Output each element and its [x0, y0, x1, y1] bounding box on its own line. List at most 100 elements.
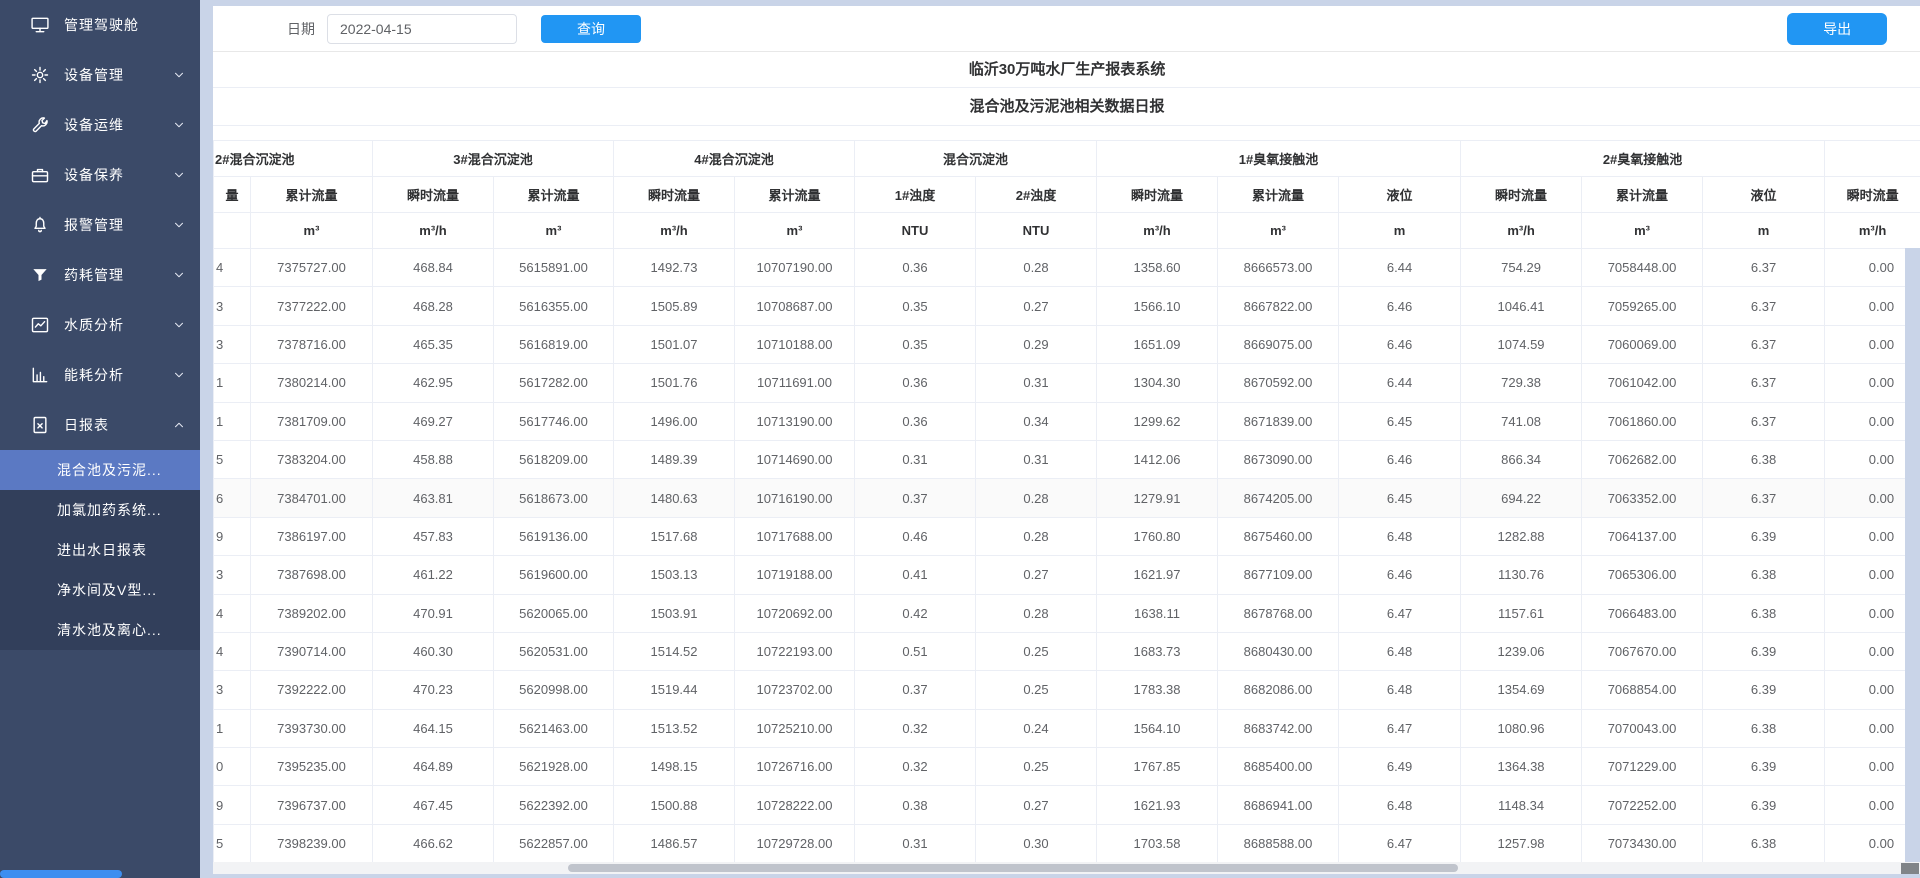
table-cell: 6.39: [1703, 671, 1825, 709]
table-cell: 0.25: [976, 632, 1097, 670]
table-cell: 460.30: [373, 632, 494, 670]
table-row[interactable]: 97396737.00467.455622392.001500.88107282…: [214, 786, 1920, 824]
table-row[interactable]: 57383204.00458.885618209.001489.39107146…: [214, 440, 1920, 478]
table-cell: 6.38: [1703, 556, 1825, 594]
table-cell: 5616355.00: [494, 287, 614, 325]
table-cell: 6.39: [1703, 632, 1825, 670]
table-cell: 466.62: [373, 824, 494, 862]
table-cell: 7389202.00: [251, 594, 373, 632]
table-row[interactable]: 67384701.00463.815618673.001480.63107161…: [214, 479, 1920, 517]
table-row[interactable]: 47389202.00470.915620065.001503.91107206…: [214, 594, 1920, 632]
table-cell: 1486.57: [614, 824, 735, 862]
column-unit: NTU: [976, 213, 1097, 249]
sidebar-item[interactable]: 日报表: [0, 400, 200, 450]
sidebar-item[interactable]: 报警管理: [0, 200, 200, 250]
table-row[interactable]: 37392222.00470.235620998.001519.44107237…: [214, 671, 1920, 709]
table-cell: 7066483.00: [1582, 594, 1703, 632]
table-cell: 1513.52: [614, 709, 735, 747]
sidebar-nav: 管理驾驶舱设备管理设备运维设备保养报警管理药耗管理水质分析能耗分析日报表混合池及…: [0, 0, 200, 650]
table-row[interactable]: 17381709.00469.275617746.001496.00107131…: [214, 402, 1920, 440]
horizontal-scrollbar-thumb[interactable]: [568, 864, 1458, 872]
table-cell: 6.48: [1339, 786, 1461, 824]
toolbar: 日期 查询 导出: [213, 6, 1920, 52]
table-row[interactable]: 47390714.00460.305620531.001514.52107221…: [214, 632, 1920, 670]
table-cell: 6.46: [1339, 440, 1461, 478]
sidebar-subitem[interactable]: 加氯加药系统...: [0, 490, 200, 530]
table-cell: 1157.61: [1461, 594, 1582, 632]
table-cell: 7378716.00: [251, 325, 373, 363]
table-cell: 1046.41: [1461, 287, 1582, 325]
table-cell: 7377222.00: [251, 287, 373, 325]
table-cell: 10726716.00: [735, 748, 855, 786]
sidebar-item[interactable]: 能耗分析: [0, 350, 200, 400]
sidebar-subitem[interactable]: 进出水日报表: [0, 530, 200, 570]
chevron-down-icon: [172, 168, 186, 182]
table-cell: 7063352.00: [1582, 479, 1703, 517]
table-cell: 1505.89: [614, 287, 735, 325]
sidebar-scrollbar-thumb[interactable]: [0, 870, 122, 878]
table-cell: 7386197.00: [251, 517, 373, 555]
table-cell: 0.25: [976, 748, 1097, 786]
table-cell: 10725210.00: [735, 709, 855, 747]
table-cell: 0.36: [855, 402, 976, 440]
table-cell: 6.46: [1339, 287, 1461, 325]
sidebar-subitem[interactable]: 清水池及离心...: [0, 610, 200, 650]
sidebar-subitem[interactable]: 净水间及V型...: [0, 570, 200, 610]
table-row[interactable]: 07395235.00464.895621928.001498.15107267…: [214, 748, 1920, 786]
sidebar-item[interactable]: 药耗管理: [0, 250, 200, 300]
table-row[interactable]: 57398239.00466.625622857.001486.57107297…: [214, 824, 1920, 862]
column-group-header: 2#臭氧接触池: [1461, 141, 1825, 177]
table-row[interactable]: 37377222.00468.285616355.001505.89107086…: [214, 287, 1920, 325]
table-row[interactable]: 97386197.00457.835619136.001517.68107176…: [214, 517, 1920, 555]
table-cell: 5618209.00: [494, 440, 614, 478]
table-cell: 7061860.00: [1582, 402, 1703, 440]
table-cell: 0.30: [976, 824, 1097, 862]
vertical-scrollbar-track[interactable]: [1905, 248, 1920, 862]
table-row[interactable]: 37387698.00461.225619600.001503.13107191…: [214, 556, 1920, 594]
table-cell: 5621463.00: [494, 709, 614, 747]
table-cell: 1503.91: [614, 594, 735, 632]
table-cell: 6.47: [1339, 824, 1461, 862]
sidebar-item[interactable]: 设备管理: [0, 50, 200, 100]
table-row[interactable]: 47375727.00468.845615891.001492.73107071…: [214, 249, 1920, 287]
table-cell: 6.37: [1703, 364, 1825, 402]
table-cell: 1767.85: [1097, 748, 1218, 786]
table-cell: 10723702.00: [735, 671, 855, 709]
table-cell: 1760.80: [1097, 517, 1218, 555]
sidebar-item[interactable]: 水质分析: [0, 300, 200, 350]
table-cell: 467.45: [373, 786, 494, 824]
horizontal-scrollbar[interactable]: [213, 862, 1920, 874]
sidebar-item[interactable]: 设备运维: [0, 100, 200, 150]
sidebar: 管理驾驶舱设备管理设备运维设备保养报警管理药耗管理水质分析能耗分析日报表混合池及…: [0, 0, 200, 878]
date-input[interactable]: [327, 14, 517, 44]
sidebar-subitem[interactable]: 混合池及污泥...: [0, 450, 200, 490]
table-cell: 1703.58: [1097, 824, 1218, 862]
table-cell: 10708687.00: [735, 287, 855, 325]
main-area: 日期 查询 导出 临沂30万吨水厂生产报表系统 混合池及污泥池相关数据日报 2#…: [200, 0, 1920, 878]
sidebar-item[interactable]: 设备保养: [0, 150, 200, 200]
sidebar-item[interactable]: 管理驾驶舱: [0, 0, 200, 50]
table-cell: 1500.88: [614, 786, 735, 824]
table-cell: 7380214.00: [251, 364, 373, 402]
table-cell: 1299.62: [1097, 402, 1218, 440]
table-row[interactable]: 17380214.00462.955617282.001501.76107116…: [214, 364, 1920, 402]
query-button[interactable]: 查询: [541, 15, 641, 43]
export-button[interactable]: 导出: [1787, 13, 1887, 45]
table-row[interactable]: 37378716.00465.355616819.001501.07107101…: [214, 325, 1920, 363]
table-cell: 1503.13: [614, 556, 735, 594]
table-cell: 5620998.00: [494, 671, 614, 709]
table-cell: 0.38: [855, 786, 976, 824]
table-row[interactable]: 17393730.00464.155621463.001513.52107252…: [214, 709, 1920, 747]
column-header: 累计流量: [1582, 177, 1703, 213]
table-cell: 0.31: [855, 824, 976, 862]
table-cell: 464.89: [373, 748, 494, 786]
table-cell: 8671839.00: [1218, 402, 1339, 440]
scrollbar-corner-thumb[interactable]: [1901, 863, 1919, 874]
app: 管理驾驶舱设备管理设备运维设备保养报警管理药耗管理水质分析能耗分析日报表混合池及…: [0, 0, 1920, 878]
column-header: 累计流量: [735, 177, 855, 213]
column-unit: [214, 213, 251, 249]
table-cell: 8686941.00: [1218, 786, 1339, 824]
table-cell: 468.28: [373, 287, 494, 325]
table-cell: 6.37: [1703, 325, 1825, 363]
table-cell: 10722193.00: [735, 632, 855, 670]
